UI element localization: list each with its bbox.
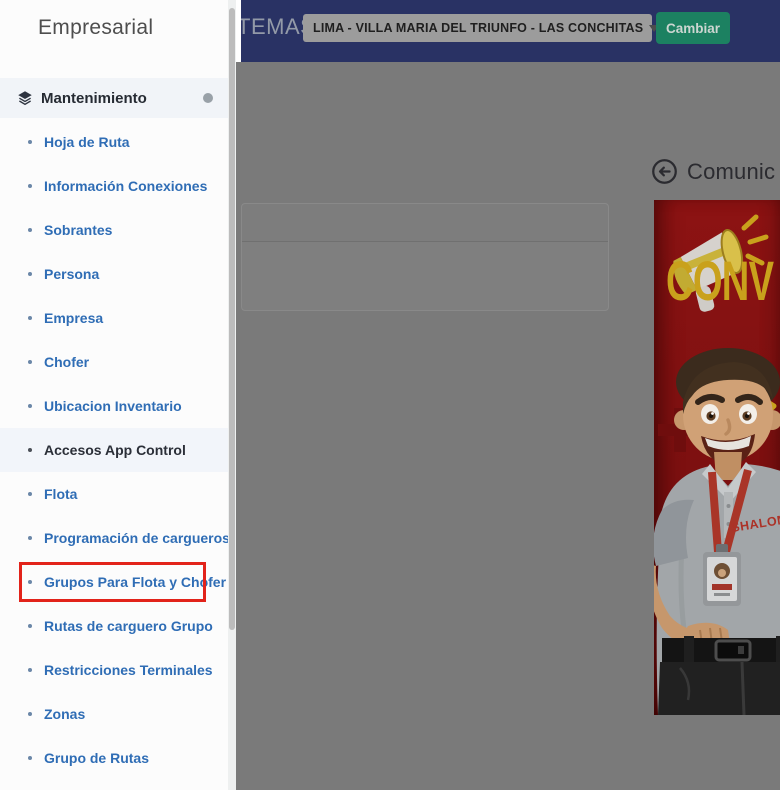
sidebar-item-rutas-de-carguero-grupo[interactable]: Rutas de carguero Grupo bbox=[0, 604, 228, 648]
modal-header: Comunic bbox=[651, 158, 775, 185]
modal-overlay: Comunic CONV bbox=[236, 62, 780, 790]
bullet-icon bbox=[28, 448, 32, 452]
sidebar-item-accesos-app-control[interactable]: Accesos App Control bbox=[0, 428, 228, 472]
bullet-icon bbox=[28, 624, 32, 628]
sidebar-section-mantenimiento[interactable]: Mantenimiento bbox=[0, 78, 228, 118]
sidebar-item-restricciones-terminales[interactable]: Restricciones Terminales bbox=[0, 648, 228, 692]
sidebar-section-label: Mantenimiento bbox=[41, 90, 147, 107]
sidebar-item-persona[interactable]: Persona bbox=[0, 252, 228, 296]
app-window: TEMAS LIMA - VILLA MARIA DEL TRIUNFO - L… bbox=[0, 0, 780, 790]
sidebar-item-grupo-de-rutas[interactable]: Grupo de Rutas bbox=[0, 736, 228, 780]
bullet-icon bbox=[28, 140, 32, 144]
sidebar-item-hoja-de-ruta[interactable]: Hoja de Ruta bbox=[0, 120, 228, 164]
bullet-icon bbox=[28, 404, 32, 408]
sidebar-title: Empresarial bbox=[38, 16, 153, 40]
sidebar-item-programacion-de-cargueros[interactable]: Programación de cargueros bbox=[0, 516, 228, 560]
bullet-icon bbox=[28, 492, 32, 496]
bullet-icon bbox=[28, 668, 32, 672]
bullet-icon bbox=[28, 712, 32, 716]
bullet-icon bbox=[28, 272, 32, 276]
sidebar: Empresarial Mantenimiento Hoja de Ruta I… bbox=[0, 0, 228, 790]
sidebar-menu: Hoja de Ruta Información Conexiones Sobr… bbox=[0, 120, 228, 780]
sidebar-scrollbar-thumb[interactable] bbox=[229, 8, 235, 630]
change-branch-button[interactable]: Cambiar bbox=[656, 12, 730, 44]
dimmed-card-header bbox=[242, 204, 608, 242]
cartoon-employee-illustration: SHALOM bbox=[654, 340, 780, 715]
announcement-poster: CONV bbox=[654, 200, 780, 715]
bullet-icon bbox=[28, 536, 32, 540]
app-header: TEMAS LIMA - VILLA MARIA DEL TRIUNFO - L… bbox=[241, 0, 780, 62]
bullet-icon bbox=[28, 184, 32, 188]
sidebar-item-grupos-para-flota-y-chofer[interactable]: Grupos Para Flota y Chofer bbox=[0, 560, 228, 604]
bullet-icon bbox=[28, 228, 32, 232]
dimmed-background-card bbox=[241, 203, 609, 311]
modal-title: Comunic bbox=[687, 159, 775, 185]
bullet-icon bbox=[28, 756, 32, 760]
layers-icon bbox=[16, 89, 34, 107]
sidebar-item-ubicacion-inventario[interactable]: Ubicacion Inventario bbox=[0, 384, 228, 428]
branch-dropdown-value: LIMA - VILLA MARIA DEL TRIUNFO - LAS CON… bbox=[313, 21, 643, 35]
bullet-icon bbox=[28, 580, 32, 584]
poster-headline: CONV bbox=[666, 248, 773, 313]
arrow-circle-left-icon[interactable] bbox=[651, 158, 678, 185]
bullet-icon bbox=[28, 316, 32, 320]
sidebar-item-empresa[interactable]: Empresa bbox=[0, 296, 228, 340]
bullet-icon bbox=[28, 360, 32, 364]
sidebar-item-zonas[interactable]: Zonas bbox=[0, 692, 228, 736]
sidebar-item-flota[interactable]: Flota bbox=[0, 472, 228, 516]
branch-dropdown[interactable]: LIMA - VILLA MARIA DEL TRIUNFO - LAS CON… bbox=[303, 14, 652, 42]
section-status-dot-icon bbox=[203, 93, 213, 103]
sidebar-item-sobrantes[interactable]: Sobrantes bbox=[0, 208, 228, 252]
sidebar-item-informacion-conexiones[interactable]: Información Conexiones bbox=[0, 164, 228, 208]
sidebar-item-chofer[interactable]: Chofer bbox=[0, 340, 228, 384]
sidebar-scrollbar[interactable] bbox=[228, 0, 236, 790]
